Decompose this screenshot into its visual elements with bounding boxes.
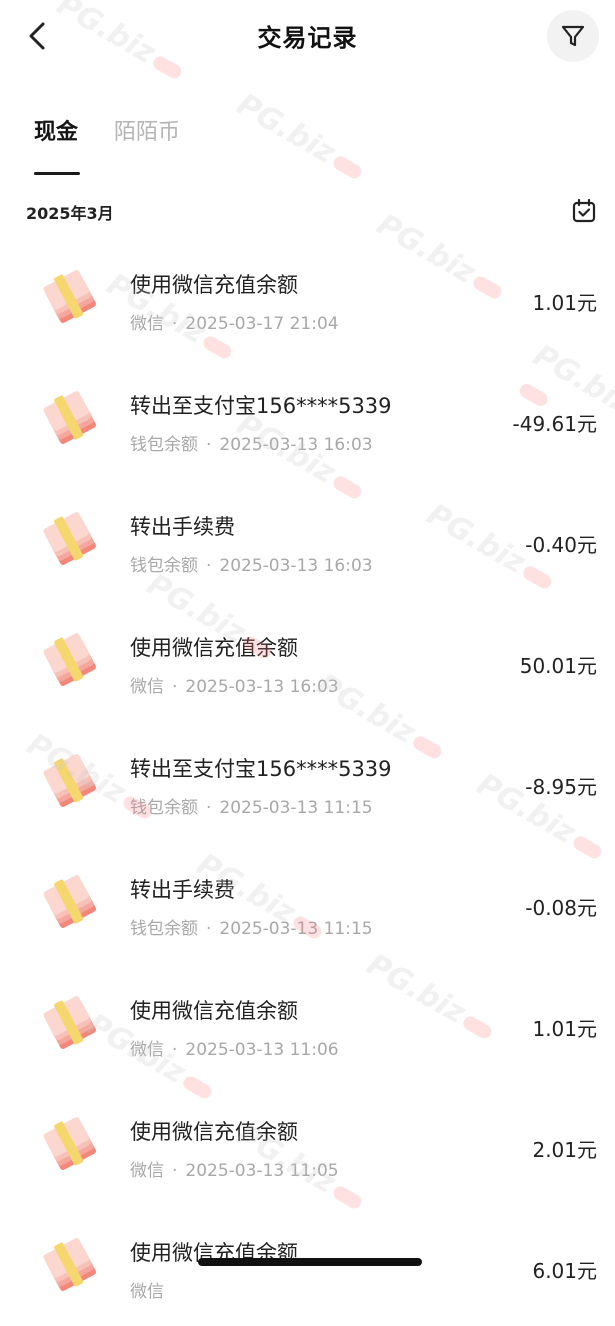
transaction-source: 微信: [130, 1161, 164, 1181]
transaction-title: 使用微信充值余额: [130, 1120, 298, 1144]
transaction-time: 2025-03-13 16:03: [185, 677, 339, 697]
separator-dot: ·: [206, 556, 212, 576]
transaction-item[interactable]: 转出至支付宝156****5339 钱包余额 · 2025-03-13 11:15 …: [0, 721, 615, 842]
transaction-item[interactable]: 使用微信充值余额 微信 · 2025-03-13 11:05 2.01元: [0, 1084, 615, 1205]
transaction-amount: -8.95元: [525, 775, 597, 799]
transaction-title: 使用微信充值余额: [130, 636, 298, 660]
transaction-title: 转出至支付宝156****5339: [130, 394, 392, 418]
transaction-time: 2025-03-13 11:15: [219, 919, 373, 939]
transaction-title: 转出至支付宝156****5339: [130, 757, 392, 781]
transaction-item[interactable]: 转出手续费 钱包余额 · 2025-03-13 16:03 -0.40元: [0, 479, 615, 600]
transaction-amount: 1.01元: [532, 1017, 597, 1041]
transaction-source: 钱包余额: [130, 798, 198, 818]
separator-dot: ·: [206, 435, 212, 455]
funnel-icon: [561, 25, 585, 47]
transaction-title: 转出手续费: [130, 878, 235, 902]
top-bar: 交易记录: [0, 0, 615, 72]
month-header: 2025年3月: [0, 190, 615, 234]
cash-stack-icon: [43, 512, 96, 565]
filter-button[interactable]: [547, 10, 599, 62]
transaction-subtitle: 微信 · 2025-03-13 11:05: [130, 1156, 339, 1181]
transaction-source: 钱包余额: [130, 556, 198, 576]
transaction-source: 钱包余额: [130, 435, 198, 455]
transaction-item[interactable]: 使用微信充值余额 微信 · 2025-03-13 16:03 50.01元: [0, 600, 615, 721]
transaction-subtitle: 微信: [130, 1277, 164, 1302]
calendar-button[interactable]: [569, 196, 599, 226]
cash-stack-icon: [43, 633, 96, 686]
transaction-list: 使用微信充值余额 微信 · 2025-03-17 21:04 1.01元 转出至支付…: [0, 237, 615, 1326]
transaction-source: 微信: [130, 1282, 164, 1302]
transaction-subtitle: 微信 · 2025-03-17 21:04: [130, 309, 339, 334]
transaction-amount: -0.08元: [525, 896, 597, 920]
transaction-source: 微信: [130, 677, 164, 697]
transaction-item[interactable]: 使用微信充值余额 微信 · 2025-03-13 11:06 1.01元: [0, 963, 615, 1084]
separator-dot: ·: [172, 677, 178, 697]
separator-dot: ·: [206, 919, 212, 939]
transaction-title: 使用微信充值余额: [130, 999, 298, 1023]
transaction-item[interactable]: 转出至支付宝156****5339 钱包余额 · 2025-03-13 16:03 …: [0, 358, 615, 479]
tab-cash[interactable]: 现金: [34, 114, 78, 146]
transaction-title: 使用微信充值余额: [130, 273, 298, 297]
cash-stack-icon: [43, 1117, 96, 1170]
transaction-time: 2025-03-13 11:15: [219, 798, 373, 818]
cash-stack-icon: [43, 754, 96, 807]
transaction-subtitle: 钱包余额 · 2025-03-13 16:03: [130, 430, 373, 455]
transaction-subtitle: 微信 · 2025-03-13 11:06: [130, 1035, 339, 1060]
transaction-source: 钱包余额: [130, 919, 198, 939]
transaction-source: 微信: [130, 1040, 164, 1060]
separator-dot: ·: [206, 798, 212, 818]
cash-stack-icon: [43, 1238, 96, 1291]
transaction-amount: -49.61元: [512, 412, 597, 436]
page-title: 交易记录: [257, 24, 358, 52]
separator-dot: ·: [172, 1161, 178, 1181]
transaction-subtitle: 微信 · 2025-03-13 16:03: [130, 672, 339, 697]
active-tab-indicator: [34, 172, 80, 175]
transaction-item[interactable]: 转出手续费 钱包余额 · 2025-03-13 11:15 -0.08元: [0, 842, 615, 963]
transaction-amount: 2.01元: [532, 1138, 597, 1162]
cash-stack-icon: [43, 270, 96, 323]
transaction-amount: 50.01元: [519, 654, 597, 678]
transaction-time: 2025-03-13 11:06: [185, 1040, 339, 1060]
home-indicator: [198, 1258, 422, 1266]
separator-dot: ·: [172, 1040, 178, 1060]
transaction-time: 2025-03-13 16:03: [219, 556, 373, 576]
cash-stack-icon: [43, 875, 96, 928]
transaction-time: 2025-03-17 21:04: [185, 314, 339, 334]
separator-dot: ·: [172, 314, 178, 334]
cash-stack-icon: [43, 996, 96, 1049]
transaction-subtitle: 钱包余额 · 2025-03-13 16:03: [130, 551, 373, 576]
transaction-time: 2025-03-13 11:05: [185, 1161, 339, 1181]
tab-momo-coin[interactable]: 陌陌币: [114, 114, 180, 146]
transaction-amount: -0.40元: [525, 533, 597, 557]
transaction-title: 转出手续费: [130, 515, 235, 539]
transaction-subtitle: 钱包余额 · 2025-03-13 11:15: [130, 914, 373, 939]
transaction-amount: 1.01元: [532, 291, 597, 315]
tab-bar: 现金 陌陌币: [0, 110, 615, 180]
transaction-subtitle: 钱包余额 · 2025-03-13 11:15: [130, 793, 373, 818]
cash-stack-icon: [43, 391, 96, 444]
calendar-check-icon: [572, 198, 596, 223]
transaction-source: 微信: [130, 314, 164, 334]
transaction-item[interactable]: 使用微信充值余额 微信 · 2025-03-17 21:04 1.01元: [0, 237, 615, 358]
month-label: 2025年3月: [26, 204, 114, 223]
transaction-time: 2025-03-13 16:03: [219, 435, 373, 455]
